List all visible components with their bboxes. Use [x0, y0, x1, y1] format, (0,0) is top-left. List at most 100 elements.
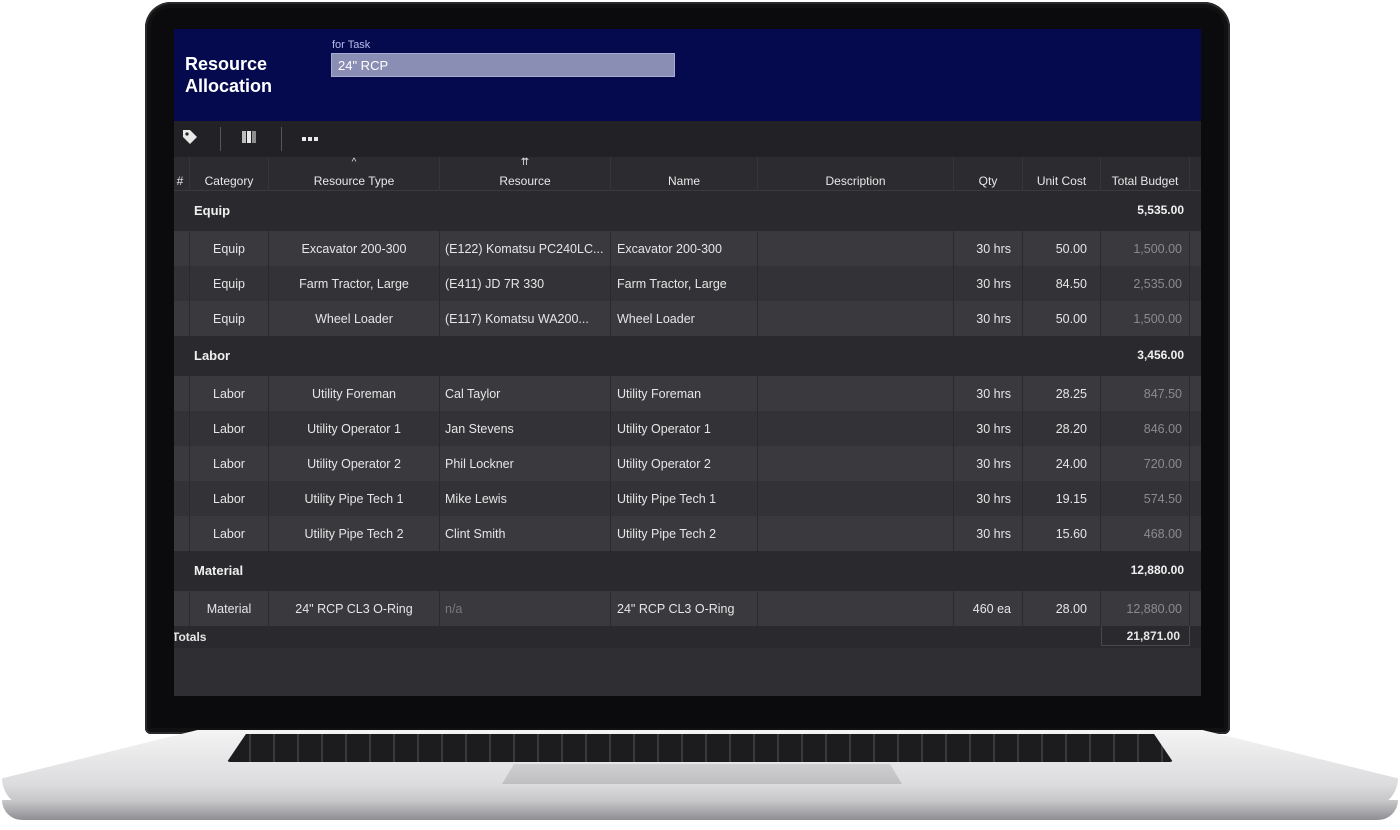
column-header-name[interactable]: Name — [611, 157, 758, 191]
totals-label: Totals — [174, 630, 207, 644]
row-number-cell — [174, 591, 190, 626]
name-cell: Utility Operator 2 — [611, 446, 758, 481]
table-row[interactable]: Labor Utility Pipe Tech 2 Clint Smith Ut… — [174, 516, 1201, 551]
column-header-resource[interactable]: ⇈ Resource — [440, 157, 611, 191]
column-header-number[interactable]: # — [174, 157, 190, 191]
description-cell — [758, 516, 954, 551]
tag-button[interactable] — [176, 127, 204, 151]
table-row[interactable]: Labor Utility Foreman Cal Taylor Utility… — [174, 376, 1201, 411]
column-header-unit-cost-label: Unit Cost — [1036, 174, 1087, 188]
group-row-labor[interactable]: Labor 3,456.00 — [174, 336, 1201, 376]
category-cell: Labor — [190, 376, 269, 411]
group-total: 3,456.00 — [1137, 348, 1184, 362]
laptop-base — [2, 730, 1398, 822]
description-cell — [758, 591, 954, 626]
category-cell: Labor — [190, 411, 269, 446]
total-budget-cell: 12,880.00 — [1101, 591, 1190, 626]
total-budget-cell: 1,500.00 — [1101, 301, 1190, 336]
more-options-button[interactable] — [296, 127, 324, 151]
qty-cell: 30 hrs — [954, 231, 1023, 266]
qty-cell: 460 ea — [954, 591, 1023, 626]
column-header-qty-label: Qty — [978, 174, 998, 188]
column-header-category[interactable]: Category — [190, 157, 269, 191]
row-number-cell — [174, 446, 190, 481]
name-cell: Utility Pipe Tech 2 — [611, 516, 758, 551]
resource-cell: Mike Lewis — [440, 481, 611, 516]
group-total: 5,535.00 — [1137, 203, 1184, 217]
resource-type-cell: Utility Pipe Tech 2 — [269, 516, 440, 551]
task-input[interactable] — [331, 53, 675, 77]
unit-cost-cell: 28.20 — [1023, 411, 1101, 446]
category-cell: Equip — [190, 231, 269, 266]
group-row-material[interactable]: Material 12,880.00 — [174, 551, 1201, 591]
row-number-cell — [174, 266, 190, 301]
total-budget-cell: 468.00 — [1101, 516, 1190, 551]
table-row[interactable]: Labor Utility Operator 2 Phil Lockner Ut… — [174, 446, 1201, 481]
description-cell — [758, 266, 954, 301]
laptop-keyboard — [227, 734, 1173, 762]
sort-ascending-icon: ^ — [351, 157, 357, 168]
description-cell — [758, 481, 954, 516]
table-row[interactable]: Labor Utility Pipe Tech 1 Mike Lewis Uti… — [174, 481, 1201, 516]
table-row[interactable]: Equip Farm Tractor, Large (E411) JD 7R 3… — [174, 266, 1201, 301]
qty-cell: 30 hrs — [954, 411, 1023, 446]
sort-secondary-icon: ⇈ — [520, 157, 530, 168]
resource-type-cell: Excavator 200-300 — [269, 231, 440, 266]
name-cell: 24" RCP CL3 O-Ring — [611, 591, 758, 626]
grid-empty-area — [174, 648, 1201, 696]
column-header-unit-cost[interactable]: Unit Cost — [1023, 157, 1101, 191]
table-row[interactable]: Material 24" RCP CL3 O-Ring n/a 24" RCP … — [174, 591, 1201, 626]
category-cell: Material — [190, 591, 269, 626]
unit-cost-cell: 50.00 — [1023, 231, 1101, 266]
resource-cell: (E117) Komatsu WA200... — [440, 301, 611, 336]
column-header-qty[interactable]: Qty — [954, 157, 1023, 191]
group-total: 12,880.00 — [1130, 563, 1184, 577]
category-cell: Equip — [190, 266, 269, 301]
table-row[interactable]: Equip Excavator 200-300 (E122) Komatsu P… — [174, 231, 1201, 266]
toolbar-divider — [281, 127, 282, 151]
resource-type-cell: Wheel Loader — [269, 301, 440, 336]
resource-cell: Clint Smith — [440, 516, 611, 551]
columns-button[interactable] — [235, 127, 263, 151]
column-header-number-label: # — [176, 174, 184, 188]
name-cell: Wheel Loader — [611, 301, 758, 336]
column-header-description-label: Description — [825, 174, 886, 188]
unit-cost-cell: 84.50 — [1023, 266, 1101, 301]
unit-cost-cell: 50.00 — [1023, 301, 1101, 336]
column-header-name-label: Name — [667, 174, 700, 188]
column-header-resource-label: Resource — [499, 174, 551, 188]
resource-type-cell: 24" RCP CL3 O-Ring — [269, 591, 440, 626]
qty-cell: 30 hrs — [954, 481, 1023, 516]
grid-header: # Category ^ Resource Type ⇈ Resource Na… — [174, 157, 1201, 191]
resource-cell: Cal Taylor — [440, 376, 611, 411]
category-cell: Labor — [190, 446, 269, 481]
total-budget-cell: 2,535.00 — [1101, 266, 1190, 301]
toolbar-divider — [220, 127, 221, 151]
page-title: Resource Allocation — [185, 54, 273, 96]
app-header: Resource Allocation for Task — [174, 29, 1201, 121]
group-row-equip[interactable]: Equip 5,535.00 — [174, 191, 1201, 231]
total-budget-cell: 720.00 — [1101, 446, 1190, 481]
group-label: Material — [194, 563, 244, 578]
grid-toolbar — [174, 121, 1201, 157]
description-cell — [758, 446, 954, 481]
totals-value: 21,871.00 — [1101, 626, 1190, 646]
laptop-base-edge — [2, 800, 1398, 820]
group-label: Labor — [194, 348, 231, 363]
description-cell — [758, 301, 954, 336]
table-row[interactable]: Equip Wheel Loader (E117) Komatsu WA200.… — [174, 301, 1201, 336]
unit-cost-cell: 19.15 — [1023, 481, 1101, 516]
total-budget-cell: 1,500.00 — [1101, 231, 1190, 266]
task-field-label: for Task — [332, 39, 371, 51]
resource-cell: n/a — [440, 591, 611, 626]
category-cell: Labor — [190, 481, 269, 516]
unit-cost-cell: 28.00 — [1023, 591, 1101, 626]
column-header-description[interactable]: Description — [758, 157, 954, 191]
description-cell — [758, 376, 954, 411]
qty-cell: 30 hrs — [954, 376, 1023, 411]
column-header-total-budget[interactable]: Total Budget — [1101, 157, 1190, 191]
column-header-resource-type[interactable]: ^ Resource Type — [269, 157, 440, 191]
more-options-icon — [301, 130, 319, 148]
unit-cost-cell: 24.00 — [1023, 446, 1101, 481]
table-row[interactable]: Labor Utility Operator 1 Jan Stevens Uti… — [174, 411, 1201, 446]
